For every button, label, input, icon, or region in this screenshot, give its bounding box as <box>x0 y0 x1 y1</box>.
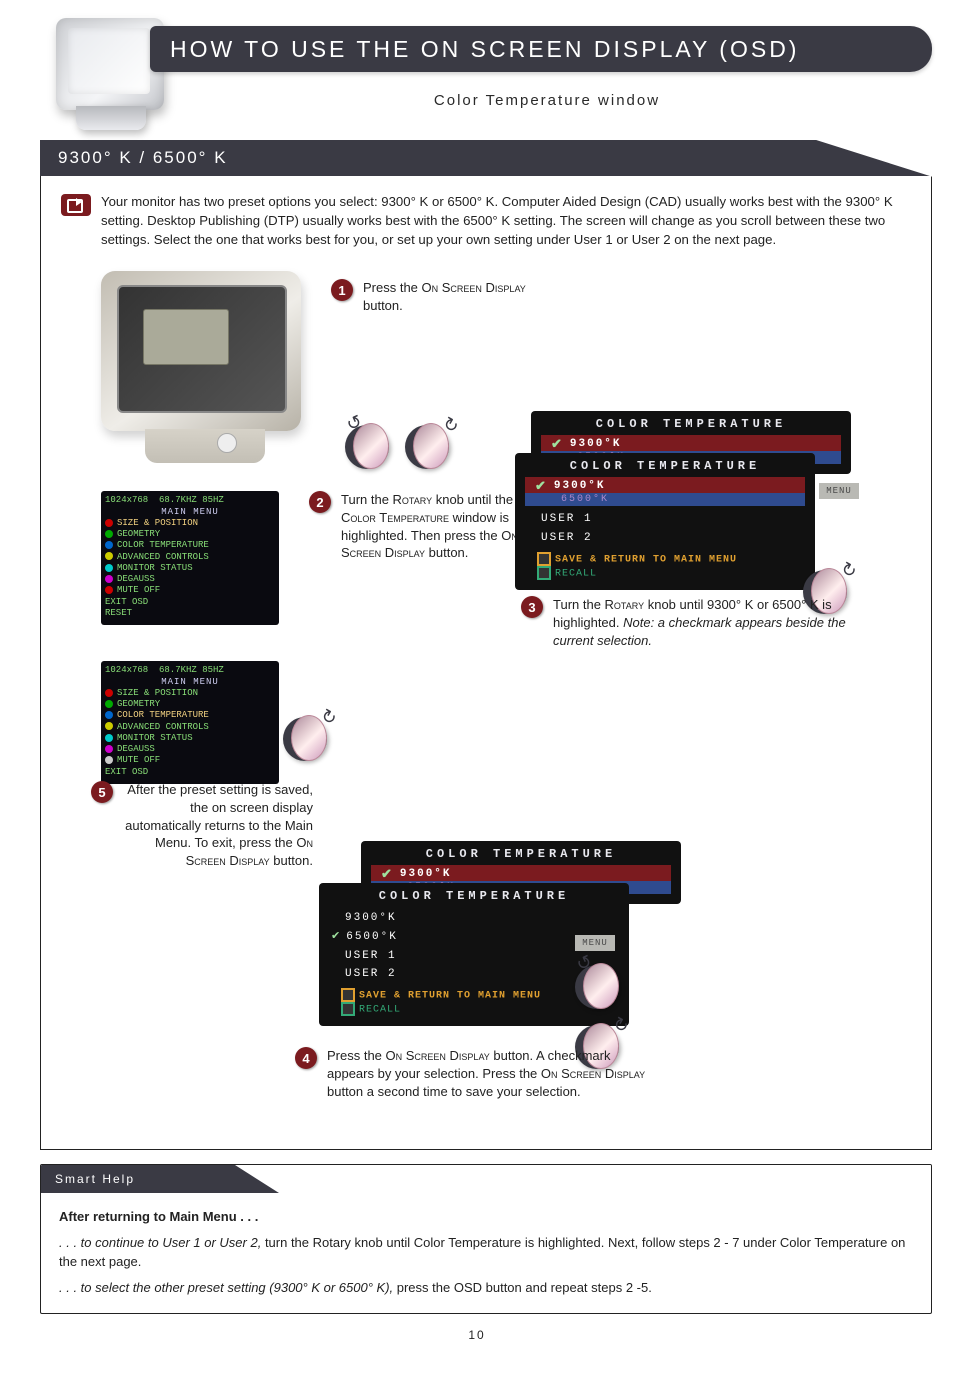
step-4-badge: 4 <box>295 1047 317 1069</box>
section-body: Your monitor has two preset options you … <box>40 176 932 1150</box>
step-4: 4 Press the On Screen Display button. A … <box>295 1047 655 1100</box>
smart-help-lead: After returning to Main Menu . . . <box>59 1207 913 1227</box>
smart-help-box: Smart Help After returning to Main Menu … <box>40 1164 932 1314</box>
smart-help-title: Smart Help <box>55 1172 135 1186</box>
osd-main-menu-default: 1024x768 68.7KHZ 85HZ MAIN MENU SIZE & P… <box>101 491 279 625</box>
osd-main-menu-colortemp: 1024x768 68.7KHZ 85HZ MAIN MENU SIZE & P… <box>101 661 279 784</box>
menu-side-label: MENU <box>575 935 615 951</box>
page-number: 10 <box>0 1328 954 1342</box>
step-2-text: Turn the Rotary knob until the Color Tem… <box>341 491 541 561</box>
step-2-badge: 2 <box>309 491 331 513</box>
menu-side-label: MENU <box>819 483 859 499</box>
smart-help-tab: Smart Help <box>41 1165 235 1193</box>
header-subtitle: Color Temperature window <box>200 92 894 109</box>
section-tab-bar: 9300° K / 6500° K <box>40 140 932 176</box>
rotary-knob-icon: ↺ <box>571 961 623 1013</box>
rotary-knob-icon: ↻ <box>279 713 331 765</box>
intro-text: Your monitor has two preset options you … <box>101 192 911 249</box>
step-3-text: Turn the Rotary knob until 9300° K or 65… <box>553 596 851 649</box>
smart-help-line-2: . . . to select the other preset setting… <box>59 1278 913 1298</box>
step-3-badge: 3 <box>521 596 543 618</box>
smart-help-line-1: . . . to continue to User 1 or User 2, t… <box>59 1233 913 1272</box>
step-1-badge: 1 <box>331 279 353 301</box>
step-5-text: After the preset setting is saved, the o… <box>123 781 313 869</box>
smart-help-body: After returning to Main Menu . . . . . .… <box>41 1193 931 1313</box>
page-header: How to Use the On Screen Display (OSD) C… <box>0 0 954 140</box>
steps-diagram: 1 Press the On Screen Display button. ↺ … <box>61 261 911 1131</box>
color-temp-panel-front: COLOR TEMPERATURE ✔9300°K 6500°K USER 1 … <box>515 453 815 589</box>
intro-bullet-icon <box>61 194 91 216</box>
step-4-text: Press the On Screen Display button. A ch… <box>327 1047 647 1100</box>
rotary-knob-icon: ↺ <box>341 421 393 473</box>
step-5-badge: 5 <box>91 781 113 803</box>
rotary-knob-icon: ↻ <box>401 421 453 473</box>
header-title: How to Use the On Screen Display (OSD) <box>170 36 799 63</box>
section-tab-title: 9300° K / 6500° K <box>40 148 228 168</box>
step-1: 1 Press the On Screen Display button. <box>331 279 563 314</box>
step-5: 5 After the preset setting is saved, the… <box>91 781 321 869</box>
monitor-illustration-large <box>101 261 311 481</box>
section-container: 9300° K / 6500° K Your monitor has two p… <box>40 140 932 1150</box>
intro-paragraph: Your monitor has two preset options you … <box>61 192 911 249</box>
step-2: 2 Turn the Rotary knob until the Color T… <box>309 491 541 561</box>
header-banner: How to Use the On Screen Display (OSD) <box>150 26 932 72</box>
step-1-text: Press the On Screen Display button. <box>363 279 563 314</box>
step-3: 3 Turn the Rotary knob until 9300° K or … <box>521 596 851 649</box>
